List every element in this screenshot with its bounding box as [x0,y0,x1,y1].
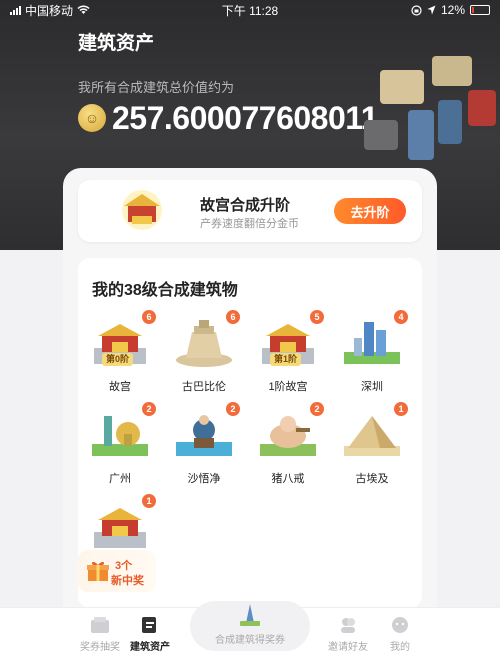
signal-icon [10,5,21,15]
header-buildings-illustration [350,50,500,170]
tab-label: 我的 [390,642,410,653]
ticket-icon [91,617,109,633]
building-item[interactable]: 2 沙悟净 [162,402,246,488]
tab-label: 建筑资产 [130,642,170,653]
tab-label: 合成建筑得奖券 [215,635,285,646]
building-item[interactable]: 2 猪八戒 [246,402,330,488]
count-badge: 6 [226,310,240,324]
building-item[interactable]: 6 古巴比伦 [162,310,246,396]
building-item[interactable]: 6 第0阶故宫 [78,310,162,396]
new-prize-label: 新中奖 [111,575,144,587]
building-name: 广州 [109,473,131,485]
count-badge: 5 [310,310,324,324]
tier-tag: 第1阶 [270,353,302,366]
battery-icon [470,5,490,15]
total-value: 257.600077608011 [112,100,379,136]
building-item[interactable]: 2 广州 [78,402,162,488]
section-title: 我的38级合成建筑物 [92,282,238,299]
go-upgrade-button[interactable]: 去升阶 [334,198,406,224]
tab-label: 邀请好友 [328,642,368,653]
palace-building-icon [94,508,146,548]
count-badge: 1 [394,402,408,416]
count-badge: 2 [142,402,156,416]
pyramid-building-icon [344,416,400,456]
count-badge: 4 [394,310,408,324]
status-bar: 中国移动 下午 11:28 12% [0,0,500,20]
gift-icon [87,561,109,581]
building-name: 故宫 [109,381,131,393]
building-item[interactable]: 5 第1阶 1阶故宫 [246,310,330,396]
tab-building-assets[interactable]: 建筑资产 [120,614,180,658]
new-prize-badge[interactable]: 3个 新中奖 [78,550,156,592]
monk-building-icon [176,415,232,456]
building-name: 猪八戒 [271,473,305,485]
count-badge: 2 [310,402,324,416]
count-badge: 2 [226,402,240,416]
tab-merge-buildings[interactable]: 合成建筑得奖券 [190,601,310,651]
upgrade-subtitle: 产券速度翻倍分金币 [200,218,299,230]
building-name: 古埃及 [355,473,389,485]
wifi-icon [77,5,90,14]
new-prize-count: 3个 [115,560,133,572]
pig-building-icon [260,416,316,456]
city-building-icon [344,322,400,364]
building-item[interactable]: 4 深圳 [330,310,414,396]
total-value-label: 我所有合成建筑总价值约为 [78,80,235,95]
upgrade-card[interactable]: 故宫合成升阶 产券速度翻倍分金币 去升阶 [78,180,422,242]
lock-rotation-icon [411,4,422,16]
count-badge: 1 [142,494,156,508]
tab-invite-friends[interactable]: 邀请好友 [318,614,378,658]
palace-upgrade-icon [122,190,162,230]
coin-icon: ☺ [78,104,106,132]
tab-profile[interactable]: 我的 [370,614,430,658]
battery-percent: 12% [440,3,465,17]
carrier-label: 中国移动 [25,3,74,18]
tier-tag: 第0阶 [102,353,134,366]
building-assets-icon [142,617,156,633]
building-name: 1阶故宫 [268,381,308,393]
tower-building-icon [92,416,148,456]
count-badge: 6 [142,310,156,324]
building-item[interactable]: 1 古埃及 [330,402,414,488]
building-name: 沙悟净 [187,473,221,485]
building-name: 古巴比伦 [182,381,226,393]
location-icon [427,5,436,15]
friends-icon [341,618,355,633]
profile-icon [392,617,408,633]
merge-building-icon [240,604,260,626]
upgrade-title: 故宫合成升阶 [200,197,291,214]
babel-building-icon [176,320,232,367]
building-name: 深圳 [361,381,383,393]
page-title: 建筑资产 [78,33,155,54]
